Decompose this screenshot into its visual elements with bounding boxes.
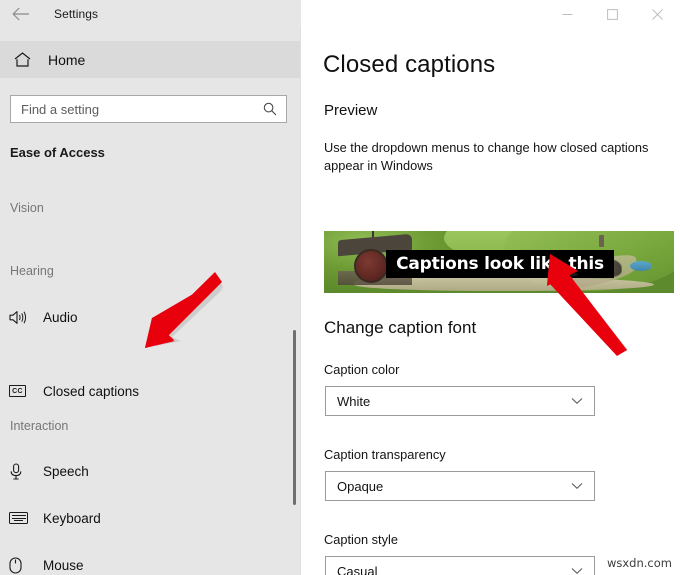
sidebar-item-mouse[interactable]: Mouse	[0, 550, 290, 575]
page-title: Closed captions	[323, 51, 496, 78]
caption-transparency-label: Caption transparency	[324, 447, 446, 462]
caption-transparency-value: Opaque	[337, 478, 384, 494]
sidebar-item-audio-label: Audio	[43, 309, 78, 325]
close-icon[interactable]	[635, 0, 680, 28]
preview-description: Use the dropdown menus to change how clo…	[324, 140, 649, 173]
caption-style-dropdown[interactable]: Casual	[325, 556, 595, 575]
sidebar-group-title: Ease of Access	[10, 145, 105, 160]
chevron-down-icon	[571, 397, 583, 405]
caption-style-value: Casual	[337, 563, 378, 575]
sidebar-section-vision: Vision	[10, 201, 44, 215]
speaker-icon	[9, 310, 37, 325]
search-placeholder: Find a setting	[21, 101, 100, 117]
preview-caption-bar: Captions look like this	[386, 250, 614, 278]
sidebar-item-speech[interactable]: Speech	[0, 456, 290, 486]
title-bar-right	[301, 0, 680, 28]
window-title: Settings	[54, 7, 99, 21]
title-bar-left: Settings	[0, 0, 301, 28]
sidebar-item-home[interactable]: Home	[0, 41, 301, 78]
chevron-down-icon	[571, 567, 583, 575]
preview-round-door	[354, 249, 388, 283]
closed-captions-icon: CC	[9, 385, 37, 397]
sidebar-item-mouse-label: Mouse	[43, 557, 84, 573]
sidebar-item-closed-captions[interactable]: CC Closed captions	[0, 376, 290, 406]
sidebar-section-interaction: Interaction	[10, 419, 69, 433]
sidebar-scrollbar-thumb[interactable]	[293, 330, 296, 505]
sidebar-home-label: Home	[48, 51, 86, 68]
preview-heading: Preview	[324, 102, 378, 119]
maximize-icon[interactable]	[590, 0, 635, 28]
search-input[interactable]: Find a setting	[10, 95, 287, 123]
preview-pond	[630, 261, 652, 271]
chevron-down-icon	[571, 482, 583, 490]
sidebar-item-keyboard[interactable]: Keyboard	[0, 503, 290, 533]
caption-preview-image: Captions look like this	[324, 231, 674, 293]
sidebar-item-speech-label: Speech	[43, 463, 89, 479]
home-icon	[10, 48, 34, 72]
microphone-icon	[9, 462, 37, 480]
watermark: wsxdn.com	[606, 556, 672, 570]
caption-color-label: Caption color	[324, 362, 400, 377]
sidebar-item-keyboard-label: Keyboard	[43, 510, 101, 526]
preview-chimney	[599, 235, 604, 247]
sidebar-item-audio[interactable]: Audio	[0, 302, 290, 332]
title-bar: Settings	[0, 0, 680, 28]
sidebar-section-hearing: Hearing	[10, 264, 54, 278]
preview-caption-text: Captions look like this	[396, 254, 604, 274]
caption-color-value: White	[337, 393, 371, 409]
settings-window: Settings Home Find a setting Ease of Acc…	[0, 0, 680, 575]
caption-transparency-dropdown[interactable]: Opaque	[325, 471, 595, 501]
caption-style-label: Caption style	[324, 532, 398, 547]
sidebar: Home Find a setting Ease of Access Visio…	[0, 28, 301, 575]
keyboard-icon	[9, 512, 37, 524]
main-panel: Closed captions Preview Use the dropdown…	[301, 28, 680, 575]
mouse-icon	[9, 556, 37, 574]
minimize-icon[interactable]	[545, 0, 590, 28]
sidebar-item-closed-captions-label: Closed captions	[43, 383, 140, 399]
font-heading: Change caption font	[324, 318, 477, 337]
search-icon[interactable]	[263, 102, 277, 116]
back-arrow-icon[interactable]	[10, 3, 32, 25]
caption-color-dropdown[interactable]: White	[325, 386, 595, 416]
